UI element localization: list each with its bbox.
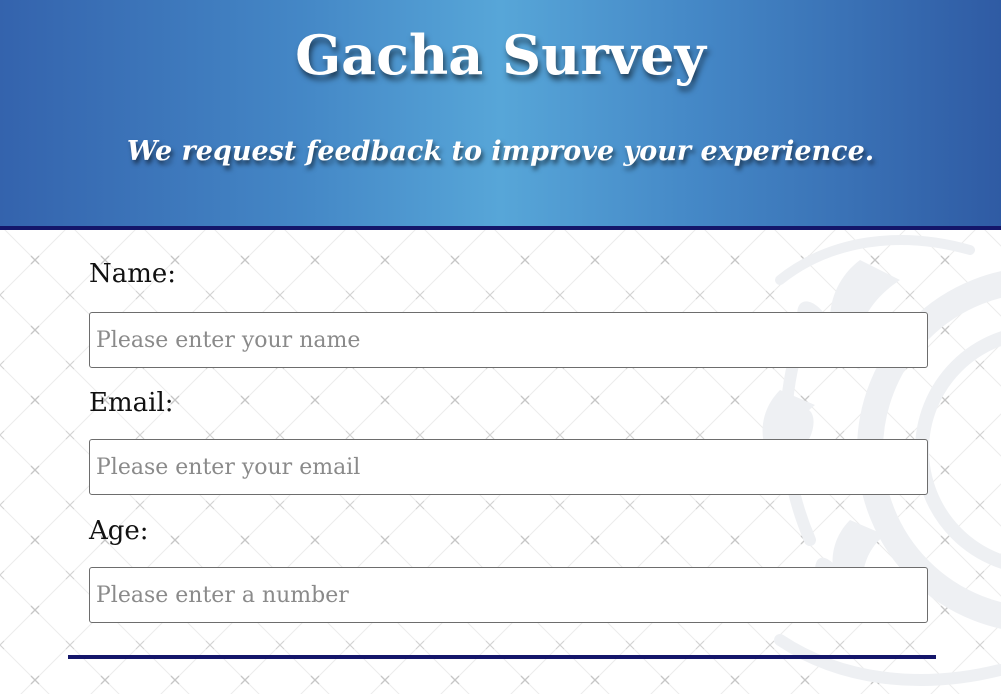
page-subtitle: We request feedback to improve your expe… [126,136,875,167]
page-title: Gacha Survey [295,23,706,87]
name-input[interactable] [89,312,928,368]
section-divider [68,655,936,659]
email-input[interactable] [89,439,928,495]
email-label: Email: [89,388,174,418]
age-label: Age: [89,516,149,546]
age-input[interactable] [89,567,928,623]
header-banner: Gacha Survey We request feedback to impr… [0,0,1001,230]
survey-form-area: Name: Email: Age: [0,230,1001,694]
name-label: Name: [89,259,177,289]
